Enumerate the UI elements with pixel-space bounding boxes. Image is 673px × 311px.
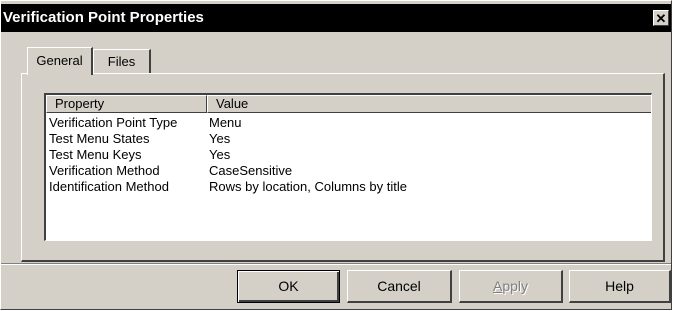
column-header-property[interactable]: Property — [46, 95, 207, 113]
tab-files-label: Files — [107, 54, 136, 69]
list-row[interactable]: Verification Point Type Menu — [46, 115, 651, 131]
list-header: Property Value — [46, 95, 651, 113]
apply-label-rest: pply — [502, 278, 529, 294]
tab-general-label: General — [36, 53, 83, 68]
apply-button[interactable]: Apply — [459, 270, 563, 303]
list-row[interactable]: Identification Method Rows by location, … — [46, 179, 651, 195]
property-cell: Identification Method — [49, 179, 169, 194]
column-header-value[interactable]: Value — [207, 95, 651, 113]
property-cell: Test Menu States — [49, 131, 150, 146]
title-bar[interactable]: Verification Point Properties ✕ — [1, 4, 671, 32]
button-separator — [1, 263, 671, 265]
list-row[interactable]: Verification Method CaseSensitive — [46, 163, 651, 179]
close-icon: ✕ — [655, 11, 667, 26]
value-cell: Rows by location, Columns by title — [209, 179, 407, 194]
list-row[interactable]: Test Menu States Yes — [46, 131, 651, 147]
apply-mnemonic: A — [492, 278, 503, 294]
property-cell: Verification Method — [49, 163, 160, 178]
property-cell: Verification Point Type — [49, 115, 178, 130]
list-row[interactable]: Test Menu Keys Yes — [46, 147, 651, 163]
close-button[interactable]: ✕ — [653, 10, 669, 26]
value-cell: CaseSensitive — [209, 163, 293, 178]
general-tab-panel: Property Value Verification Point Type M… — [21, 73, 665, 262]
tab-files[interactable]: Files — [93, 49, 151, 73]
value-cell: Menu — [209, 115, 242, 130]
window-title: Verification Point Properties — [3, 9, 204, 26]
ok-button[interactable]: OK — [237, 270, 340, 303]
property-cell: Test Menu Keys — [49, 147, 142, 162]
value-cell: Yes — [209, 147, 231, 162]
tab-general[interactable]: General — [27, 47, 93, 75]
value-cell: Yes — [209, 131, 231, 146]
properties-list[interactable]: Property Value Verification Point Type M… — [44, 93, 652, 241]
help-button[interactable]: Help — [569, 270, 671, 303]
dialog-window: Verification Point Properties ✕ General … — [0, 0, 672, 310]
list-rows: Verification Point Type Menu Test Menu S… — [46, 115, 651, 195]
cancel-button[interactable]: Cancel — [347, 270, 452, 303]
